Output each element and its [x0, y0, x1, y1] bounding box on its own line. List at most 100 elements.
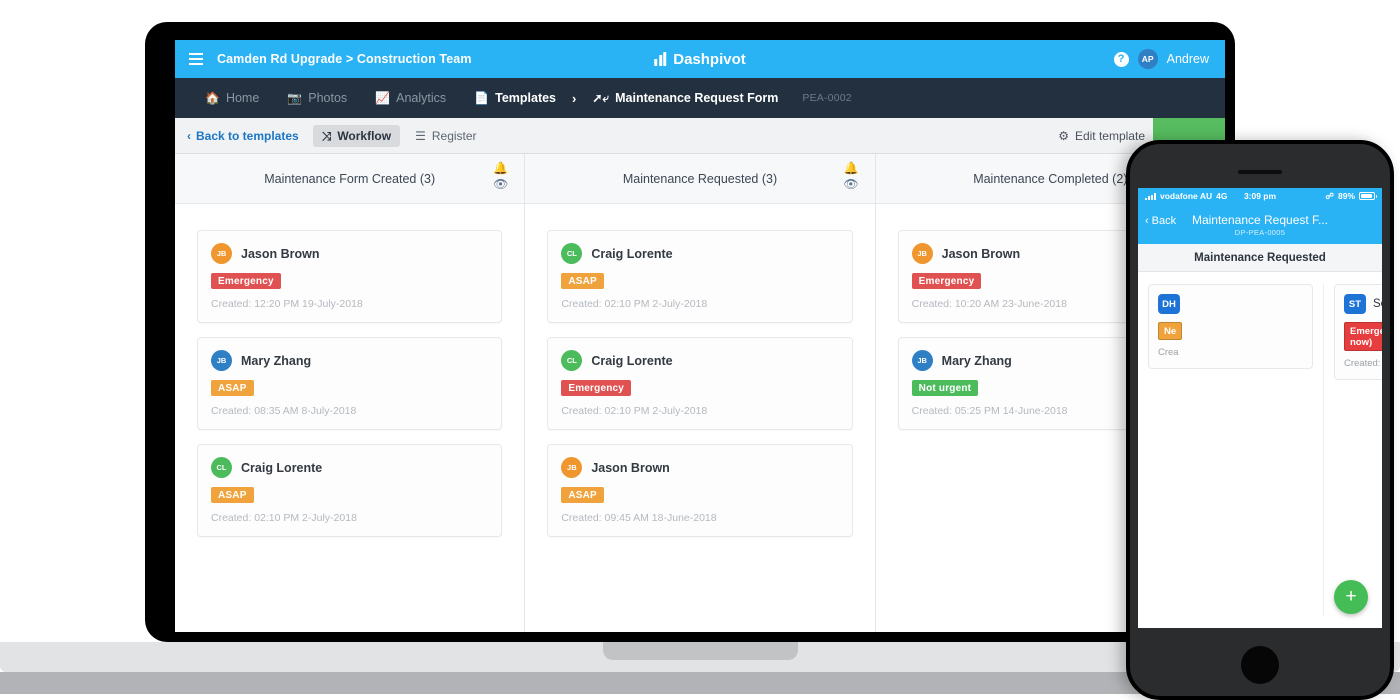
phone-back-label: Back — [1152, 215, 1176, 227]
priority-badge: Emergency (must be done now) — [1344, 322, 1382, 351]
nav-label: Photos — [308, 91, 347, 105]
scene: Camden Rd Upgrade > Construction Team Da… — [0, 0, 1400, 700]
phone-card-header: STSophie Turner — [1344, 294, 1382, 314]
card-created-date: Created: 12:20 PM 19-July-2018 — [211, 298, 488, 310]
avatar: JB — [912, 243, 933, 264]
priority-badge: Emergency — [211, 273, 281, 289]
status-right: ☍ 89% — [1325, 191, 1375, 202]
board-column: Maintenance Form Created (3)🔔👁JBJason Br… — [175, 154, 525, 632]
avatar: CL — [211, 457, 232, 478]
workflow-card[interactable]: CLCraig LorenteASAPCreated: 02:10 PM 2-J… — [547, 230, 852, 323]
tab-label: Register — [432, 129, 477, 143]
workflow-toolbar: ‹ Back to templates ⤨ Workflow ☰ Registe… — [175, 118, 1225, 154]
phone-speaker — [1238, 170, 1282, 174]
column-body: CLCraig LorenteASAPCreated: 02:10 PM 2-J… — [525, 204, 874, 537]
help-icon[interactable]: ? — [1114, 52, 1129, 67]
network-label: 4G — [1216, 191, 1227, 201]
user-name[interactable]: Andrew — [1167, 52, 1209, 66]
phone-card-created-date: Created: 9:56 AM 3-Apr-2019 — [1344, 358, 1382, 369]
workflow-card[interactable]: CLCraig Lorente ASAP Created: 02:10 PM 2-J… — [197, 444, 502, 537]
bell-icon[interactable]: 🔔 — [844, 162, 859, 174]
workflow-card[interactable]: JBMary ZhangASAPCreated: 08:35 AM 8-July… — [197, 337, 502, 430]
camera-icon: 📷 — [287, 92, 302, 104]
phone-workflow-card[interactable]: STSophie Turner Emergency (must be done n… — [1334, 284, 1382, 380]
toolbar-tabs: ⤨ Workflow ☰ Register — [313, 125, 486, 147]
app-navbar: 🏠 Home 📷 Photos 📈 Analytics 📄 Templates … — [175, 78, 1225, 118]
nav-item-analytics[interactable]: 📈 Analytics — [361, 91, 460, 105]
avatar: JB — [912, 350, 933, 371]
nav-current-label: Maintenance Request Form — [615, 91, 778, 105]
priority-badge: ASAP — [211, 487, 254, 503]
phone-device: vodafone AU 4G 3:09 pm ☍ 89% ‹ Back Main… — [1126, 140, 1394, 700]
nav-item-current-form[interactable]: ➚⤶ Maintenance Request Form — [578, 91, 792, 105]
avatar: CL — [561, 350, 582, 371]
card-created-date: Created: 02:10 PM 2-July-2018 — [211, 512, 488, 524]
card-header: CLCraig Lorente — [561, 350, 838, 371]
document-icon: 📄 — [474, 92, 489, 104]
status-left: vodafone AU 4G — [1145, 191, 1227, 201]
clock: 3:09 pm — [1244, 191, 1276, 201]
nav-item-templates[interactable]: 📄 Templates — [460, 91, 570, 105]
home-icon: 🏠 — [205, 92, 220, 104]
battery-percent: 89% — [1338, 191, 1355, 201]
hamburger-icon[interactable] — [189, 53, 203, 65]
card-author-name: Craig Lorente — [591, 247, 672, 261]
nav-item-photos[interactable]: 📷 Photos — [273, 91, 361, 105]
priority-badge: Emergency — [912, 273, 982, 289]
card-header: JBJason Brown — [211, 243, 488, 264]
workflow-card[interactable]: JBJason BrownASAPCreated: 09:45 AM 18-Ju… — [547, 444, 852, 537]
chevron-left-icon: ‹ — [187, 129, 191, 143]
tab-label: Workflow — [337, 129, 391, 143]
phone-section-title: Maintenance Requested — [1138, 244, 1382, 272]
app-topbar: Camden Rd Upgrade > Construction Team Da… — [175, 40, 1225, 78]
phone-home-button[interactable] — [1241, 646, 1279, 684]
phone-card-column: DHNeCrea — [1148, 284, 1324, 616]
phone-page-title: Maintenance Request F... — [1192, 213, 1328, 227]
tab-register[interactable]: ☰ Register — [406, 125, 485, 147]
bell-icon[interactable]: 🔔 — [493, 162, 508, 174]
breadcrumb[interactable]: Camden Rd Upgrade > Construction Team — [217, 52, 472, 66]
card-header: CLCraig Lorente — [211, 457, 488, 478]
nav-item-home[interactable]: 🏠 Home — [191, 91, 273, 105]
priority-badge: Emergency — [561, 380, 631, 396]
phone-card-author-name: Sophie Turner — [1373, 298, 1382, 310]
phone-status-bar: vodafone AU 4G 3:09 pm ☍ 89% — [1138, 188, 1382, 204]
card-author-name: Mary Zhang — [942, 354, 1012, 368]
carrier-label: vodafone AU — [1160, 191, 1212, 201]
tab-workflow[interactable]: ⤨ Workflow — [313, 125, 400, 147]
avatar: CL — [561, 243, 582, 264]
laptop-device: Camden Rd Upgrade > Construction Team Da… — [145, 22, 1235, 642]
back-label: Back to templates — [196, 129, 299, 143]
eye-icon[interactable]: 👁 — [843, 178, 858, 190]
column-header: Maintenance Requested (3)🔔👁 — [525, 154, 874, 204]
nav-separator: › — [570, 91, 578, 106]
avatar: JB — [211, 350, 232, 371]
chevron-left-icon: ‹ — [1145, 215, 1149, 227]
card-created-date: Created: 02:10 PM 2-July-2018 — [561, 298, 838, 310]
phone-back-button[interactable]: ‹ Back — [1145, 215, 1176, 227]
workflow-board: Maintenance Form Created (3)🔔👁JBJason Br… — [175, 154, 1225, 632]
avatar: JB — [561, 457, 582, 478]
back-to-templates-button[interactable]: ‹ Back to templates — [187, 129, 299, 143]
laptop-trackpad-notch — [603, 642, 798, 660]
column-body: JBJason Brown Emergency Created: 12:20 PM … — [175, 204, 524, 537]
workflow-card[interactable]: JBJason Brown Emergency Created: 12:20 PM … — [197, 230, 502, 323]
column-header-icons: 🔔👁 — [843, 162, 858, 190]
nav-label: Analytics — [396, 91, 446, 105]
phone-card-board: DHNeCrea STSophie Turner Emergency (must b… — [1138, 272, 1382, 628]
eye-icon[interactable]: 👁 — [493, 178, 508, 190]
brand-name: Dashpivot — [673, 51, 746, 68]
phone-screen: vodafone AU 4G 3:09 pm ☍ 89% ‹ Back Main… — [1138, 188, 1382, 628]
add-button[interactable]: + — [1334, 580, 1368, 614]
column-title: Maintenance Completed (2) — [973, 172, 1127, 186]
avatar[interactable]: AP — [1138, 49, 1158, 69]
priority-badge: Not urgent — [912, 380, 979, 396]
phone-workflow-card[interactable]: DHNeCrea — [1148, 284, 1313, 369]
card-header: JBJason Brown — [561, 457, 838, 478]
form-code: PEA-0002 — [802, 92, 851, 104]
battery-icon — [1359, 192, 1375, 200]
list-icon: ☰ — [415, 130, 426, 142]
shuffle-icon: ⤨ — [322, 130, 332, 142]
card-created-date: Created: 09:45 AM 18-June-2018 — [561, 512, 838, 524]
workflow-card[interactable]: CLCraig LorenteEmergencyCreated: 02:10 P… — [547, 337, 852, 430]
